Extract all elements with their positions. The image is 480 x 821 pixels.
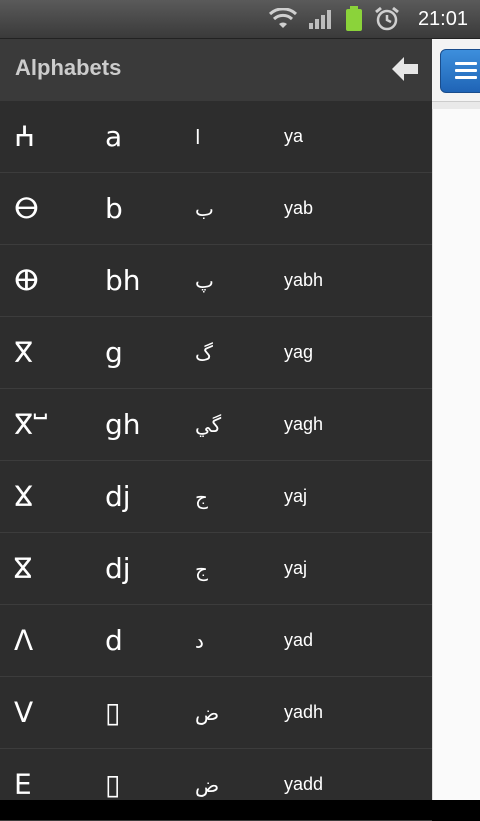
letter-name: yag (284, 342, 314, 362)
arabic-letter: گي (195, 412, 222, 437)
list-item[interactable]: ⴷ d د yad (0, 605, 432, 677)
menu-button[interactable] (440, 49, 480, 93)
arabic-letter: ب (195, 196, 214, 221)
letter-name: yagh (284, 414, 324, 434)
battery-icon (344, 6, 364, 32)
letter-name: yabh (284, 270, 324, 290)
arabic-letter: ج (195, 484, 208, 509)
alphabet-drawer: Alphabets ⵄ a ا ya ⴱ b ب yab ⴲ bh پ yabh… (0, 39, 432, 821)
main-content-peek (432, 39, 480, 800)
menu-icon (455, 62, 477, 65)
tifinagh-letter: ⴷ (14, 624, 34, 657)
menu-icon-bar (455, 76, 477, 79)
tifinagh-letter: ⴸ (14, 696, 34, 729)
menu-icon-bar (455, 69, 477, 72)
letter-name: yadd (284, 774, 324, 794)
latin-letter: g (105, 336, 123, 369)
arabic-letter: پ (195, 268, 214, 293)
list-item[interactable]: ⴳⵯ gh گي yagh (0, 389, 432, 461)
latin-letter: b (105, 192, 123, 225)
latin-letter: bh (105, 264, 141, 297)
tifinagh-letter: ⴳ (14, 336, 34, 369)
letter-name: yaj (284, 558, 308, 578)
arabic-letter: د (195, 628, 204, 653)
list-item[interactable]: ⴸ ▯ ض yadh (0, 677, 432, 749)
list-item[interactable]: ⴲ bh پ yabh (0, 245, 432, 317)
status-bar: 21:01 (0, 0, 480, 39)
letter-name: yab (284, 198, 314, 218)
latin-letter: gh (105, 408, 141, 441)
arabic-letter: ج (195, 556, 208, 581)
tifinagh-letter: ⵄ (14, 120, 36, 153)
arabic-letter: گ (195, 340, 213, 365)
letter-name: yadh (284, 702, 324, 722)
alphabet-list: ⵄ a ا ya ⴱ b ب yab ⴲ bh پ yabh ⴳ g گ yag… (0, 101, 432, 821)
latin-letter: dj (105, 480, 131, 513)
latin-letter: d (105, 624, 123, 657)
letter-name: yaj (284, 486, 308, 506)
tifinagh-letter: ⴳⵯ (14, 408, 48, 441)
latin-letter: ▯ (105, 768, 121, 801)
drawer-title: Alphabets (15, 55, 122, 80)
alarm-icon (374, 6, 400, 32)
list-item[interactable]: ⵄ a ا ya (0, 101, 432, 173)
arabic-letter: ا (195, 124, 201, 149)
list-item[interactable]: ⴵ dj ج yaj (0, 533, 432, 605)
signal-icon (308, 8, 334, 30)
content-body (432, 109, 480, 800)
tifinagh-letter: ⴵ (14, 552, 32, 585)
arabic-letter: ض (195, 772, 220, 797)
list-item[interactable]: ⴳ g گ yag (0, 317, 432, 389)
latin-letter: dj (105, 552, 131, 585)
list-item[interactable]: ⴹ ▯ ض yadd (0, 749, 432, 821)
list-item[interactable]: ⴱ b ب yab (0, 173, 432, 245)
arabic-letter: ض (195, 700, 220, 725)
latin-letter: ▯ (105, 696, 121, 729)
letter-name: yad (284, 630, 314, 650)
drawer-header: Alphabets (0, 39, 432, 101)
tifinagh-letter: ⴱ (14, 192, 39, 225)
content-header (432, 39, 480, 102)
wifi-icon (268, 8, 298, 30)
letter-name: ya (284, 126, 304, 146)
clock: 21:01 (417, 7, 468, 30)
tifinagh-letter: ⴴ (14, 480, 34, 513)
tifinagh-letter: ⴲ (14, 264, 39, 297)
tifinagh-letter: ⴹ (14, 768, 32, 801)
latin-letter: a (105, 120, 123, 153)
back-arrow-icon[interactable] (390, 55, 420, 83)
list-item[interactable]: ⴴ dj ج yaj (0, 461, 432, 533)
